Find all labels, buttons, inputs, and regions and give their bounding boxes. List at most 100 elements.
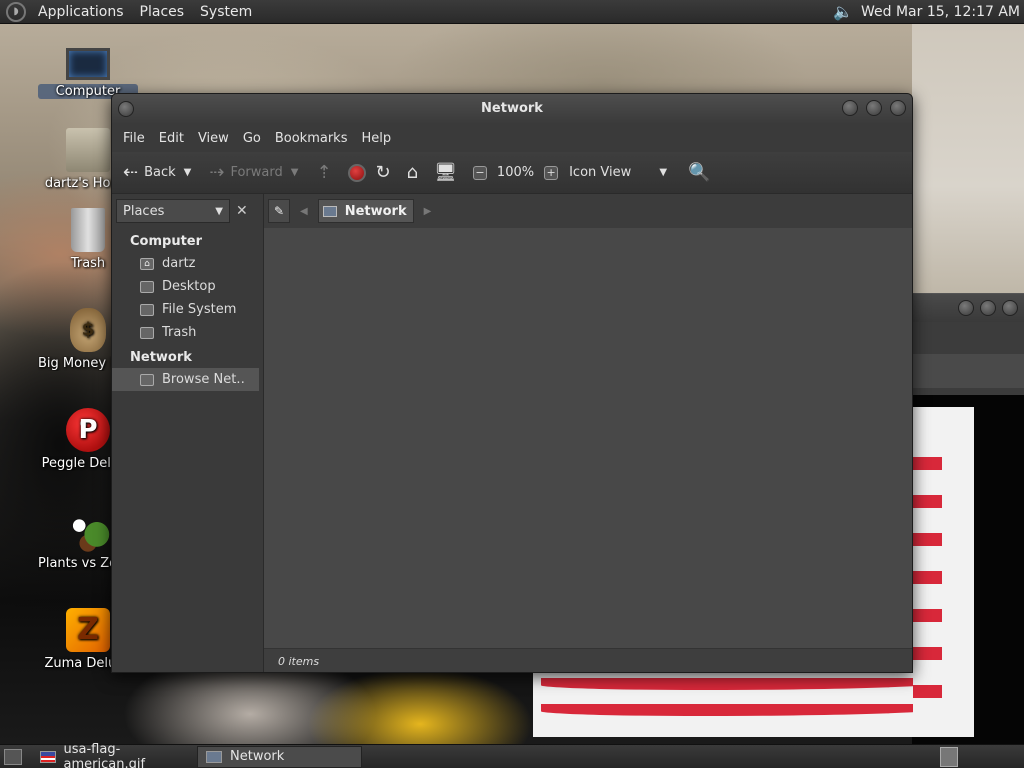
menu-bookmarks[interactable]: Bookmarks [268,131,355,146]
sidebar-section-network: Network [130,350,192,365]
sidebar-section-computer: Computer [130,234,203,249]
background-window-toolbar [912,354,1024,388]
system-menu[interactable]: System [192,0,260,24]
trash-icon [71,208,105,252]
minimize-button[interactable] [958,300,974,316]
taskbar-item-network[interactable]: Network [197,745,362,768]
sidebar-item-browse-network[interactable]: Browse Net… [112,368,259,391]
forward-arrow-icon: ⇢ [209,162,225,183]
sidebar-item-trash[interactable]: Trash [112,321,263,344]
reload-icon: ↻ [375,162,391,183]
volume-icon[interactable]: 🔈 [833,2,853,21]
maximize-button[interactable] [980,300,996,316]
up-button[interactable]: ⇡ [311,162,342,183]
sidebar-item-desktop[interactable]: Desktop [112,275,263,298]
home-folder-icon [66,128,110,172]
sidebar: Places ▼ ✕ Computer ⌂ dartz Desktop File… [112,194,264,672]
show-desktop-icon[interactable] [4,748,22,765]
trash-icon [140,326,154,339]
window-title: Network [481,101,543,116]
sidebar-header: Places ▼ ✕ [112,194,263,228]
trash-applet-icon[interactable] [940,746,958,767]
distro-logo-icon[interactable]: ◗ [6,1,26,22]
file-view[interactable] [264,228,912,648]
menu-edit[interactable]: Edit [152,131,191,146]
menubar: File Edit View Go Bookmarks Help [112,124,912,152]
toolbar: ⇠ Back ▼ ⇢ Forward ▼ ⇡ ↻ ⌂ 🖥 − 100% + Ic… [112,152,912,194]
forward-history-dropdown-icon[interactable]: ▼ [291,167,299,178]
content-area: Places ▼ ✕ Computer ⌂ dartz Desktop File… [112,194,912,672]
back-history-dropdown-icon[interactable]: ▼ [184,167,192,178]
view-mode-select[interactable]: Icon View ▼ [563,165,673,180]
breadcrumb-label: Network [344,203,407,219]
computer-button[interactable]: 🖥 [429,162,468,183]
plants-vs-zombies-icon [66,508,110,552]
path-scroll-right-icon[interactable]: ▶ [424,206,432,217]
close-button[interactable] [890,100,906,116]
breadcrumb[interactable]: Network [317,199,414,223]
computer-icon [66,48,110,80]
maximize-button[interactable] [866,100,882,116]
sidebar-type-label: Places [123,203,165,219]
menu-go[interactable]: Go [236,131,268,146]
flag-image-bottom [533,672,913,737]
reload-button[interactable]: ↻ [371,162,402,183]
edit-icon: ✎ [273,204,285,218]
home-button[interactable]: ⌂ [402,162,429,183]
sidebar-item-file-system[interactable]: File System [112,298,263,321]
back-arrow-icon: ⇠ [123,162,139,183]
sidebar-item-label: dartz [162,256,196,271]
top-panel: ◗ Applications Places System 🔈 Wed Mar 1… [0,0,1024,24]
up-arrow-icon: ⇡ [316,162,332,183]
close-button[interactable] [1002,300,1018,316]
sidebar-item-label: Browse Net… [162,372,246,387]
minimize-button[interactable] [842,100,858,116]
stop-icon [347,163,366,182]
zoom-out-icon: − [472,165,487,180]
search-icon: 🔍 [688,162,711,183]
search-button[interactable]: 🔍 [683,162,721,183]
sidebar-item-label: Desktop [162,279,216,294]
zoom-out-button[interactable]: − [468,165,492,180]
zoom-level[interactable]: 100% [492,165,539,180]
back-label: Back [144,165,176,180]
desktop-icon-computer[interactable]: Computer [38,44,138,99]
computer-icon: 🖥 [434,162,457,183]
menu-file[interactable]: File [116,131,152,146]
stop-button[interactable] [343,163,371,182]
toggle-location-entry-button[interactable]: ✎ [268,199,290,223]
applications-menu[interactable]: Applications [30,0,132,24]
wallpaper-bright-area [912,24,1024,294]
desktop-icon [140,280,154,293]
taskbar-item-label: Network [230,749,285,764]
taskbar-item-image-viewer[interactable]: usa-flag-american.gif [32,742,197,768]
sidebar-item-label: Trash [162,325,197,340]
network-icon [140,373,154,386]
forward-button[interactable]: ⇢ Forward ▼ [204,162,303,183]
drive-icon [140,303,154,316]
main-pane: ✎ ◀ Network ▶ 0 items [264,194,912,672]
background-image-viewer-window[interactable] [912,293,1024,395]
location-bar: ✎ ◀ Network ▶ [264,194,912,228]
home-icon: ⌂ [406,162,419,183]
background-window-titlebar[interactable] [912,294,1024,322]
network-icon [322,205,337,217]
back-button[interactable]: ⇠ Back ▼ [118,162,196,183]
window-menu-button[interactable] [118,101,134,117]
zoom-in-icon: + [544,165,559,180]
close-sidebar-icon[interactable]: ✕ [236,203,248,219]
zoom-in-button[interactable]: + [539,165,563,180]
clock[interactable]: Wed Mar 15, 12:17 AM [861,4,1020,20]
chevron-down-icon: ▼ [659,167,668,178]
bottom-panel: usa-flag-american.gif Network [0,742,1024,768]
status-text: 0 items [278,655,320,668]
menu-view[interactable]: View [191,131,236,146]
window-titlebar[interactable]: Network [112,94,912,124]
places-menu[interactable]: Places [132,0,193,24]
menu-help[interactable]: Help [354,131,398,146]
file-manager-window: Network File Edit View Go Bookmarks Help… [111,93,913,673]
taskbar-item-label: usa-flag-american.gif [63,741,146,768]
sidebar-type-select[interactable]: Places ▼ [116,199,230,223]
path-scroll-left-icon[interactable]: ◀ [300,206,308,217]
sidebar-item-dartz[interactable]: ⌂ dartz [112,252,263,275]
